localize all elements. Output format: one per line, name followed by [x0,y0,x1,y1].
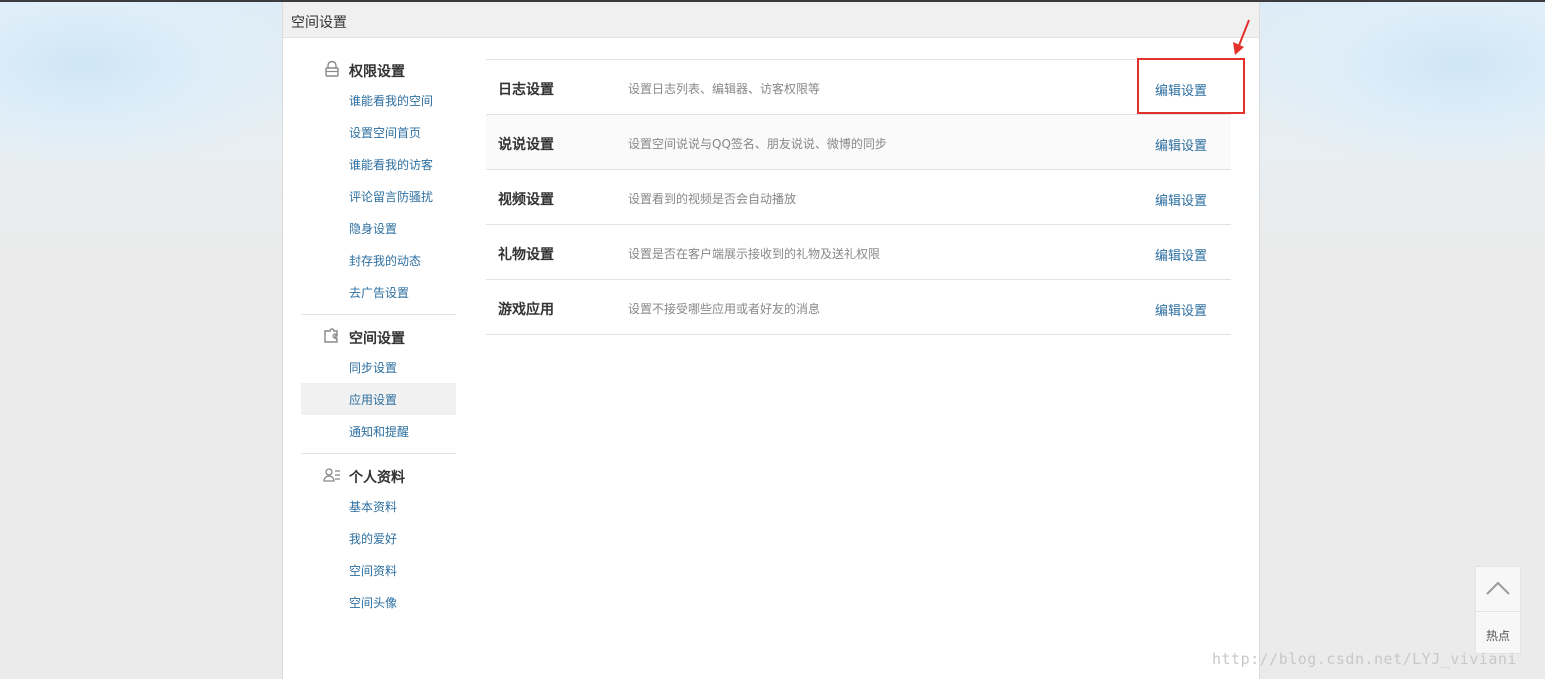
puzzle-icon [324,328,338,343]
sidebar-group-space: 空间设置 同步设置 应用设置 通知和提醒 [301,321,456,447]
sidebar-divider [301,453,456,454]
settings-row-shuoshuo: 说说设置 设置空间说说与QQ签名、朋友说说、微博的同步 编辑设置 [486,115,1231,170]
sidebar-item-label[interactable]: 我的爱好 [349,530,397,547]
hot-news-widget[interactable]: 热点 [1475,566,1521,654]
background-sky-left [0,0,282,160]
annotation-arrow-icon [1233,19,1250,55]
lock-icon [325,60,339,77]
sidebar-item-who-can-view-visitors[interactable]: 谁能看我的访客 [301,148,456,180]
row-description: 设置不接受哪些应用或者好友的消息 [628,302,821,316]
sidebar-item-who-can-view-space[interactable]: 谁能看我的空间 [301,84,456,116]
back-to-top-button[interactable] [1476,567,1520,612]
background-sky-right [1260,0,1545,160]
sidebar-item-hobbies[interactable]: 我的爱好 [301,522,456,554]
sidebar-item-label[interactable]: 隐身设置 [349,220,397,237]
sidebar-item-basic-info[interactable]: 基本资料 [301,490,456,522]
panel-title: 空间设置 [291,15,347,31]
watermark-text: http://blog.csdn.net/LYJ_viviani [1212,650,1517,668]
row-description: 设置是否在客户端展示接收到的礼物及送礼权限 [628,247,881,261]
row-description: 设置日志列表、编辑器、访客权限等 [628,82,821,96]
panel-header: 空间设置 [283,2,1259,38]
settings-row-video: 视频设置 设置看到的视频是否会自动播放 编辑设置 [486,170,1231,225]
annotation-highlight-box [1137,58,1245,114]
row-description: 设置看到的视频是否会自动播放 [628,192,797,206]
sidebar-item-label[interactable]: 谁能看我的访客 [349,156,433,173]
sidebar-divider [301,314,456,315]
sidebar-item-label[interactable]: 谁能看我的空间 [349,92,433,109]
settings-list: 日志设置 设置日志列表、编辑器、访客权限等 编辑设置 说说设置 设置空间说说与Q… [486,59,1231,335]
sidebar-item-label[interactable]: 空间头像 [349,594,397,611]
chevron-up-icon [1486,581,1510,595]
profile-card-icon [323,468,340,482]
row-title: 视频设置 [498,192,554,208]
sidebar-item-label[interactable]: 评论留言防骚扰 [349,188,433,205]
sidebar-item-label[interactable]: 通知和提醒 [349,423,409,440]
sidebar-group-permissions: 权限设置 谁能看我的空间 设置空间首页 谁能看我的访客 评论留言防骚扰 隐身设置… [301,54,456,308]
row-title: 礼物设置 [498,247,554,263]
settings-row-game-apps: 游戏应用 设置不接受哪些应用或者好友的消息 编辑设置 [486,280,1231,335]
sidebar-group-title: 权限设置 [349,64,405,80]
sidebar-item-notifications[interactable]: 通知和提醒 [301,415,456,447]
sidebar-group-header: 空间设置 [301,321,456,351]
settings-row-gift: 礼物设置 设置是否在客户端展示接收到的礼物及送礼权限 编辑设置 [486,225,1231,280]
edit-settings-link[interactable]: 编辑设置 [1155,190,1207,209]
row-description: 设置空间说说与QQ签名、朋友说说、微博的同步 [628,137,887,151]
edit-settings-link[interactable]: 编辑设置 [1155,245,1207,264]
edit-settings-link[interactable]: 编辑设置 [1155,300,1207,319]
sidebar-item-set-homepage[interactable]: 设置空间首页 [301,116,456,148]
settings-row-blog: 日志设置 设置日志列表、编辑器、访客权限等 编辑设置 [486,60,1231,115]
hot-label[interactable]: 热点 [1476,627,1520,644]
sidebar-group-title: 个人资料 [349,470,405,486]
sidebar-item-label[interactable]: 同步设置 [349,359,397,376]
row-title: 日志设置 [498,82,554,98]
edit-settings-link[interactable]: 编辑设置 [1155,135,1207,154]
sidebar-item-stealth[interactable]: 隐身设置 [301,212,456,244]
sidebar-item-sync-settings[interactable]: 同步设置 [301,351,456,383]
sidebar-item-space-avatar[interactable]: 空间头像 [301,586,456,618]
sidebar-item-anti-harassment[interactable]: 评论留言防骚扰 [301,180,456,212]
row-title: 说说设置 [498,137,554,153]
sidebar-item-archive-feeds[interactable]: 封存我的动态 [301,244,456,276]
sidebar-group-title: 空间设置 [349,331,405,347]
sidebar-group-header: 权限设置 [301,54,456,84]
sidebar-item-label[interactable]: 去广告设置 [349,284,409,301]
sidebar-item-label[interactable]: 设置空间首页 [349,124,421,141]
sidebar-item-app-settings[interactable]: 应用设置 [301,383,456,415]
sidebar-group-profile: 个人资料 基本资料 我的爱好 空间资料 空间头像 [301,460,456,618]
sidebar-item-label[interactable]: 基本资料 [349,498,397,515]
sidebar-item-label[interactable]: 封存我的动态 [349,252,421,269]
sidebar-item-label[interactable]: 空间资料 [349,562,397,579]
sidebar: 权限设置 谁能看我的空间 设置空间首页 谁能看我的访客 评论留言防骚扰 隐身设置… [301,54,456,618]
sidebar-item-space-info[interactable]: 空间资料 [301,554,456,586]
settings-panel: 空间设置 权限设置 谁能看我的空间 设置空间首页 谁能看我的访客 评论留言防骚扰… [282,2,1260,679]
sidebar-item-remove-ads[interactable]: 去广告设置 [301,276,456,308]
row-title: 游戏应用 [498,302,554,318]
sidebar-group-header: 个人资料 [301,460,456,490]
sidebar-item-label[interactable]: 应用设置 [349,391,397,408]
